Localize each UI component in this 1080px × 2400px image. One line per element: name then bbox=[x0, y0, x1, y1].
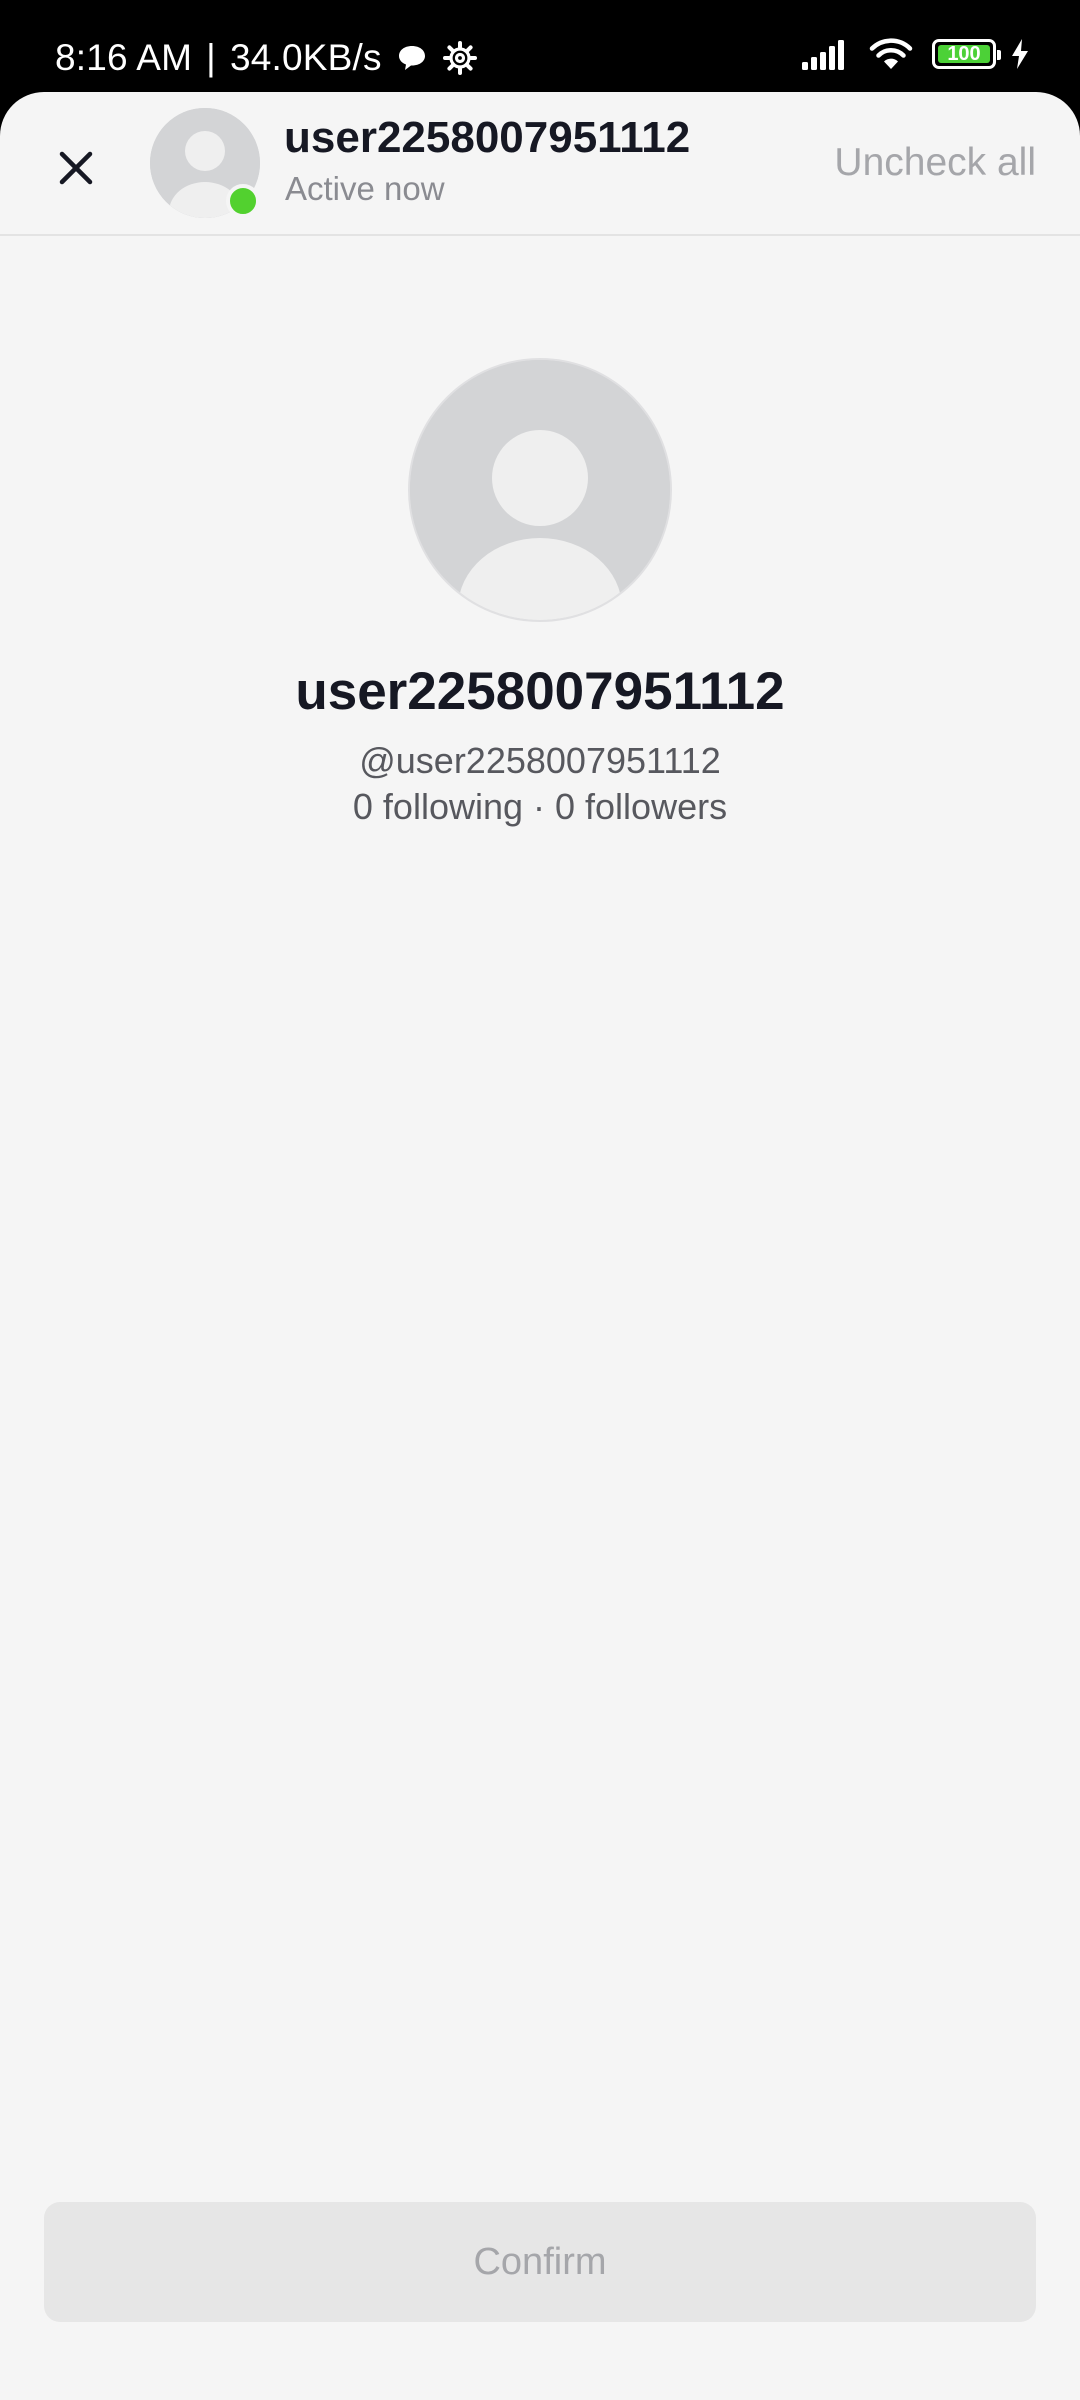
profile-handle: @user2258007951112 bbox=[359, 740, 721, 781]
active-status: Active now bbox=[285, 170, 445, 207]
battery-icon: 100 bbox=[932, 39, 1001, 69]
online-status-dot bbox=[226, 184, 260, 218]
header-username: user2258007951112 bbox=[284, 113, 691, 162]
profile-stats: 0 following · 0 followers bbox=[352, 786, 728, 827]
battery-cap bbox=[997, 50, 1001, 60]
close-button[interactable] bbox=[44, 136, 108, 200]
wifi-icon bbox=[868, 36, 914, 72]
network-speed: 34.0KB/s bbox=[229, 37, 382, 78]
confirm-button[interactable]: Confirm bbox=[44, 2202, 1036, 2322]
status-time: 8:16 AM bbox=[55, 37, 193, 78]
close-icon bbox=[56, 148, 96, 188]
user-sheet: user2258007951112 Active now Uncheck all… bbox=[0, 92, 1080, 2400]
chat-bubble-icon bbox=[396, 42, 428, 74]
charging-bolt-icon bbox=[1010, 38, 1030, 70]
battery-level: 100 bbox=[947, 43, 981, 65]
signal-icon bbox=[800, 38, 850, 70]
status-left: 8:16 AM | 34.0KB/s bbox=[55, 34, 478, 82]
profile-display-name: user2258007951112 bbox=[295, 662, 785, 721]
status-separator: | bbox=[206, 37, 216, 78]
uncheck-all-button[interactable]: Uncheck all bbox=[834, 138, 1036, 188]
profile-avatar[interactable] bbox=[408, 358, 672, 622]
sheet-header: user2258007951112 Active now Uncheck all bbox=[0, 92, 1080, 236]
screen: 8:16 AM | 34.0KB/s 100 user2258007951112… bbox=[0, 0, 1080, 2400]
settings-gear-icon bbox=[442, 40, 478, 76]
status-right: 100 bbox=[800, 36, 1030, 72]
default-avatar-icon bbox=[410, 360, 670, 620]
